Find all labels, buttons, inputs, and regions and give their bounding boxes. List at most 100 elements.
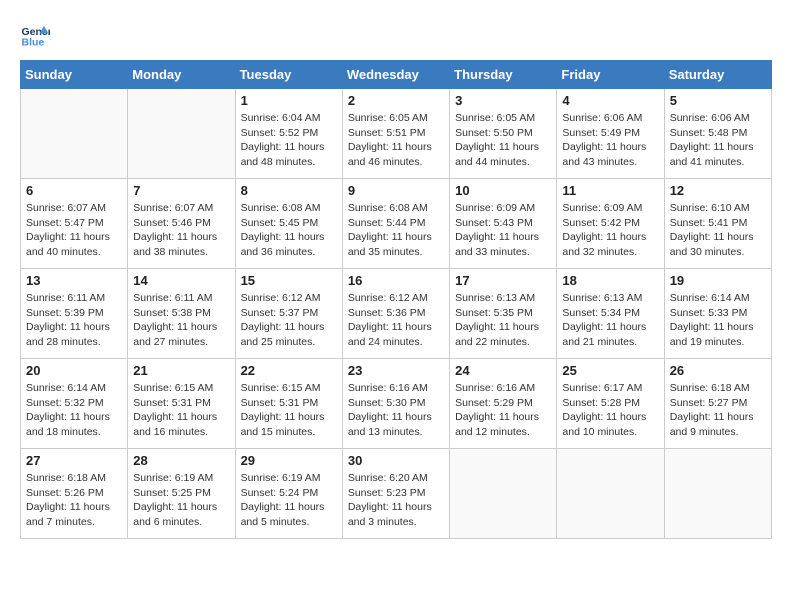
calendar-week-row: 1 Sunrise: 6:04 AMSunset: 5:52 PMDaylight… (21, 89, 772, 179)
calendar-header-row: SundayMondayTuesdayWednesdayThursdayFrid… (21, 61, 772, 89)
calendar-cell (664, 449, 771, 539)
day-number: 19 (670, 273, 766, 288)
day-number: 3 (455, 93, 551, 108)
day-info: Sunrise: 6:13 AMSunset: 5:35 PMDaylight:… (455, 291, 551, 350)
calendar-week-row: 20 Sunrise: 6:14 AMSunset: 5:32 PMDayligh… (21, 359, 772, 449)
day-info: Sunrise: 6:12 AMSunset: 5:37 PMDaylight:… (241, 291, 337, 350)
day-info: Sunrise: 6:06 AMSunset: 5:49 PMDaylight:… (562, 111, 658, 170)
calendar-cell: 27 Sunrise: 6:18 AMSunset: 5:26 PMDayligh… (21, 449, 128, 539)
calendar-cell (21, 89, 128, 179)
calendar-cell: 2 Sunrise: 6:05 AMSunset: 5:51 PMDaylight… (342, 89, 449, 179)
calendar-cell: 11 Sunrise: 6:09 AMSunset: 5:42 PMDayligh… (557, 179, 664, 269)
calendar-cell: 4 Sunrise: 6:06 AMSunset: 5:49 PMDaylight… (557, 89, 664, 179)
day-number: 17 (455, 273, 551, 288)
calendar-week-row: 27 Sunrise: 6:18 AMSunset: 5:26 PMDayligh… (21, 449, 772, 539)
day-of-week-header: Saturday (664, 61, 771, 89)
calendar-cell: 29 Sunrise: 6:19 AMSunset: 5:24 PMDayligh… (235, 449, 342, 539)
calendar-cell: 16Sunrise: 6:12 AMSunset: 5:36 PMDayligh… (342, 269, 449, 359)
calendar-cell: 13 Sunrise: 6:11 AMSunset: 5:39 PMDayligh… (21, 269, 128, 359)
day-number: 26 (670, 363, 766, 378)
day-info: Sunrise: 6:14 AMSunset: 5:32 PMDaylight:… (26, 381, 122, 440)
calendar-cell: 23Sunrise: 6:16 AMSunset: 5:30 PMDayligh… (342, 359, 449, 449)
day-info: Sunrise: 6:07 AMSunset: 5:46 PMDaylight:… (133, 201, 229, 260)
day-info: Sunrise: 6:15 AMSunset: 5:31 PMDaylight:… (241, 381, 337, 440)
day-number: 10 (455, 183, 551, 198)
calendar-cell: 15Sunrise: 6:12 AMSunset: 5:37 PMDayligh… (235, 269, 342, 359)
day-info: Sunrise: 6:17 AMSunset: 5:28 PMDaylight:… (562, 381, 658, 440)
day-info: Sunrise: 6:18 AMSunset: 5:26 PMDaylight:… (26, 471, 122, 530)
day-number: 20 (26, 363, 122, 378)
day-info: Sunrise: 6:06 AMSunset: 5:48 PMDaylight:… (670, 111, 766, 170)
day-info: Sunrise: 6:16 AMSunset: 5:29 PMDaylight:… (455, 381, 551, 440)
day-of-week-header: Tuesday (235, 61, 342, 89)
day-info: Sunrise: 6:15 AMSunset: 5:31 PMDaylight:… (133, 381, 229, 440)
day-number: 30 (348, 453, 444, 468)
calendar-cell: 18 Sunrise: 6:13 AMSunset: 5:34 PMDayligh… (557, 269, 664, 359)
day-number: 18 (562, 273, 658, 288)
day-number: 21 (133, 363, 229, 378)
day-number: 29 (241, 453, 337, 468)
day-number: 7 (133, 183, 229, 198)
calendar-cell: 20 Sunrise: 6:14 AMSunset: 5:32 PMDayligh… (21, 359, 128, 449)
logo-icon: General Blue (20, 20, 50, 50)
day-info: Sunrise: 6:08 AMSunset: 5:45 PMDaylight:… (241, 201, 337, 260)
day-number: 13 (26, 273, 122, 288)
day-number: 1 (241, 93, 337, 108)
day-number: 27 (26, 453, 122, 468)
day-info: Sunrise: 6:14 AMSunset: 5:33 PMDaylight:… (670, 291, 766, 350)
day-info: Sunrise: 6:16 AMSunset: 5:30 PMDaylight:… (348, 381, 444, 440)
calendar-cell: 12 Sunrise: 6:10 AMSunset: 5:41 PMDayligh… (664, 179, 771, 269)
calendar-cell (450, 449, 557, 539)
day-info: Sunrise: 6:10 AMSunset: 5:41 PMDaylight:… (670, 201, 766, 260)
day-info: Sunrise: 6:12 AMSunset: 5:36 PMDaylight:… (348, 291, 444, 350)
svg-text:Blue: Blue (22, 37, 45, 49)
day-number: 9 (348, 183, 444, 198)
calendar-cell: 8Sunrise: 6:08 AMSunset: 5:45 PMDaylight… (235, 179, 342, 269)
day-number: 14 (133, 273, 229, 288)
day-info: Sunrise: 6:04 AMSunset: 5:52 PMDaylight:… (241, 111, 337, 170)
day-info: Sunrise: 6:18 AMSunset: 5:27 PMDaylight:… (670, 381, 766, 440)
logo: General Blue (20, 20, 54, 50)
calendar-week-row: 13 Sunrise: 6:11 AMSunset: 5:39 PMDayligh… (21, 269, 772, 359)
day-of-week-header: Wednesday (342, 61, 449, 89)
day-info: Sunrise: 6:05 AMSunset: 5:51 PMDaylight:… (348, 111, 444, 170)
day-info: Sunrise: 6:19 AMSunset: 5:24 PMDaylight:… (241, 471, 337, 530)
calendar-cell: 17 Sunrise: 6:13 AMSunset: 5:35 PMDayligh… (450, 269, 557, 359)
calendar-cell: 21 Sunrise: 6:15 AMSunset: 5:31 PMDayligh… (128, 359, 235, 449)
day-info: Sunrise: 6:20 AMSunset: 5:23 PMDaylight:… (348, 471, 444, 530)
day-of-week-header: Thursday (450, 61, 557, 89)
day-info: Sunrise: 6:11 AMSunset: 5:39 PMDaylight:… (26, 291, 122, 350)
day-number: 11 (562, 183, 658, 198)
day-info: Sunrise: 6:08 AMSunset: 5:44 PMDaylight:… (348, 201, 444, 260)
day-number: 25 (562, 363, 658, 378)
calendar-cell: 5 Sunrise: 6:06 AMSunset: 5:48 PMDaylight… (664, 89, 771, 179)
calendar-week-row: 6 Sunrise: 6:07 AMSunset: 5:47 PMDaylight… (21, 179, 772, 269)
calendar-cell: 24 Sunrise: 6:16 AMSunset: 5:29 PMDayligh… (450, 359, 557, 449)
day-info: Sunrise: 6:09 AMSunset: 5:43 PMDaylight:… (455, 201, 551, 260)
calendar-cell: 6 Sunrise: 6:07 AMSunset: 5:47 PMDaylight… (21, 179, 128, 269)
day-info: Sunrise: 6:07 AMSunset: 5:47 PMDaylight:… (26, 201, 122, 260)
day-info: Sunrise: 6:09 AMSunset: 5:42 PMDaylight:… (562, 201, 658, 260)
day-info: Sunrise: 6:19 AMSunset: 5:25 PMDaylight:… (133, 471, 229, 530)
day-number: 28 (133, 453, 229, 468)
calendar-cell: 19 Sunrise: 6:14 AMSunset: 5:33 PMDayligh… (664, 269, 771, 359)
calendar-cell: 3Sunrise: 6:05 AMSunset: 5:50 PMDaylight… (450, 89, 557, 179)
day-info: Sunrise: 6:11 AMSunset: 5:38 PMDaylight:… (133, 291, 229, 350)
day-number: 12 (670, 183, 766, 198)
day-of-week-header: Monday (128, 61, 235, 89)
day-number: 5 (670, 93, 766, 108)
day-number: 22 (241, 363, 337, 378)
calendar: SundayMondayTuesdayWednesdayThursdayFrid… (20, 60, 772, 539)
calendar-cell: 10 Sunrise: 6:09 AMSunset: 5:43 PMDayligh… (450, 179, 557, 269)
calendar-cell (128, 89, 235, 179)
calendar-cell: 30 Sunrise: 6:20 AMSunset: 5:23 PMDayligh… (342, 449, 449, 539)
day-number: 4 (562, 93, 658, 108)
day-info: Sunrise: 6:13 AMSunset: 5:34 PMDaylight:… (562, 291, 658, 350)
day-number: 6 (26, 183, 122, 198)
calendar-cell: 26 Sunrise: 6:18 AMSunset: 5:27 PMDayligh… (664, 359, 771, 449)
day-number: 2 (348, 93, 444, 108)
calendar-cell: 22 Sunrise: 6:15 AMSunset: 5:31 PMDayligh… (235, 359, 342, 449)
calendar-cell (557, 449, 664, 539)
day-number: 24 (455, 363, 551, 378)
calendar-cell: 25 Sunrise: 6:17 AMSunset: 5:28 PMDayligh… (557, 359, 664, 449)
